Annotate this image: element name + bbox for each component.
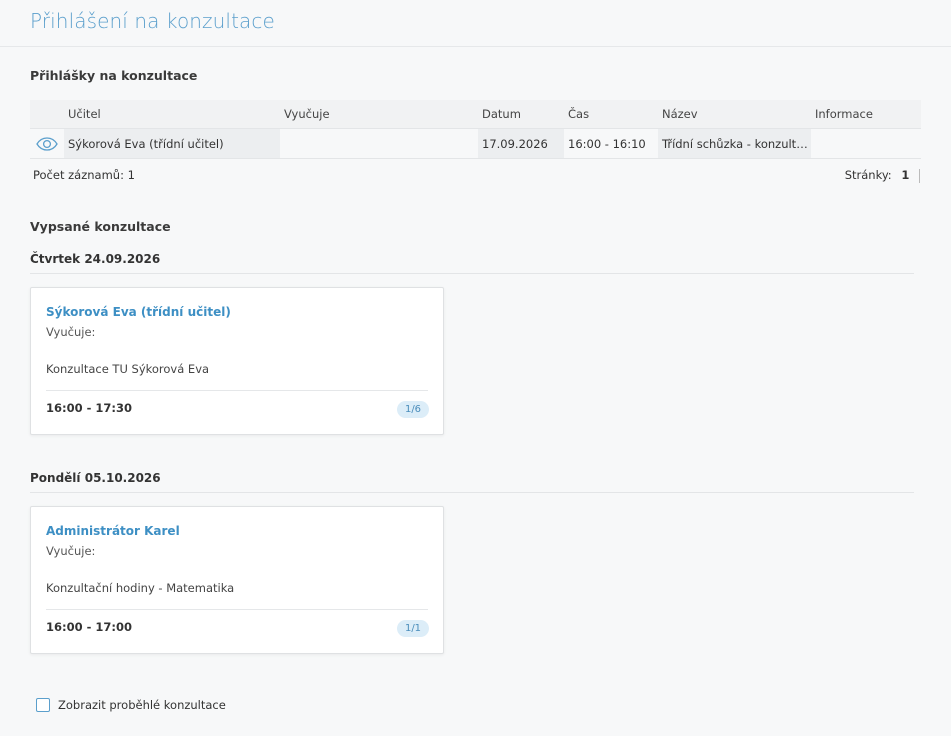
consultation-card[interactable]: Administrátor Karel Vyučuje: Konzultační…: [30, 506, 444, 654]
registrations-section-title: Přihlášky na konzultace: [30, 68, 198, 83]
title-divider: [0, 46, 951, 47]
cell-time: 16:00 - 16:10: [564, 128, 658, 159]
card-time: 16:00 - 17:30: [46, 401, 132, 415]
column-header-name[interactable]: Název: [658, 100, 811, 129]
capacity-badge: 1/6: [397, 401, 429, 418]
card-time: 16:00 - 17:00: [46, 620, 132, 634]
cell-date: 17.09.2026: [478, 128, 564, 159]
show-past-toggle[interactable]: Zobrazit proběhlé konzultace: [36, 698, 226, 712]
card-divider: [46, 609, 428, 610]
pager: Stránky: 1: [845, 168, 920, 183]
card-teacher-link[interactable]: Administrátor Karel: [46, 524, 180, 538]
registrations-table: Učitel Vyučuje Datum Čas Název Informace…: [30, 100, 921, 159]
card-teaches: Vyučuje:: [46, 325, 96, 339]
day-header: Pondělí 05.10.2026: [30, 471, 161, 485]
day-divider: [30, 273, 914, 274]
day-header: Čtvrtek 24.09.2026: [30, 252, 161, 266]
record-count: Počet záznamů: 1: [33, 168, 135, 182]
day-divider: [30, 492, 914, 493]
pager-page-1[interactable]: 1: [901, 168, 909, 182]
show-past-label: Zobrazit proběhlé konzultace: [58, 698, 226, 712]
show-past-checkbox[interactable]: [36, 698, 50, 712]
cell-teaches: [280, 128, 478, 159]
card-description: Konzultační hodiny - Matematika: [46, 581, 235, 595]
cell-teacher: Sýkorová Eva (třídní učitel): [64, 128, 280, 159]
table-header-row: Učitel Vyučuje Datum Čas Název Informace: [30, 100, 921, 129]
pager-label: Stránky:: [844, 168, 892, 182]
eye-icon: [36, 136, 58, 151]
capacity-badge: 1/1: [397, 620, 429, 637]
column-header-teacher[interactable]: Učitel: [64, 100, 280, 129]
page-title: Přihlášení na konzultace: [30, 9, 275, 33]
card-teacher-link[interactable]: Sýkorová Eva (třídní učitel): [46, 305, 231, 319]
column-header-teaches[interactable]: Vyučuje: [280, 100, 478, 129]
cell-name: Třídní schůzka - konzultace: [658, 128, 811, 159]
card-teaches: Vyučuje:: [46, 544, 96, 558]
view-detail-button[interactable]: [30, 136, 64, 151]
cell-info: [811, 128, 921, 159]
card-description: Konzultace TU Sýkorová Eva: [46, 362, 210, 376]
column-header-date[interactable]: Datum: [478, 100, 564, 129]
column-header-info[interactable]: Informace: [811, 100, 921, 129]
consultation-card[interactable]: Sýkorová Eva (třídní učitel) Vyučuje: Ko…: [30, 287, 444, 435]
column-header-action: [30, 100, 64, 129]
column-header-time[interactable]: Čas: [564, 100, 658, 129]
table-row[interactable]: Sýkorová Eva (třídní učitel) 17.09.2026 …: [30, 128, 921, 159]
pager-separator: [919, 168, 920, 183]
listed-section-title: Vypsané konzultace: [30, 219, 171, 234]
card-divider: [46, 390, 428, 391]
